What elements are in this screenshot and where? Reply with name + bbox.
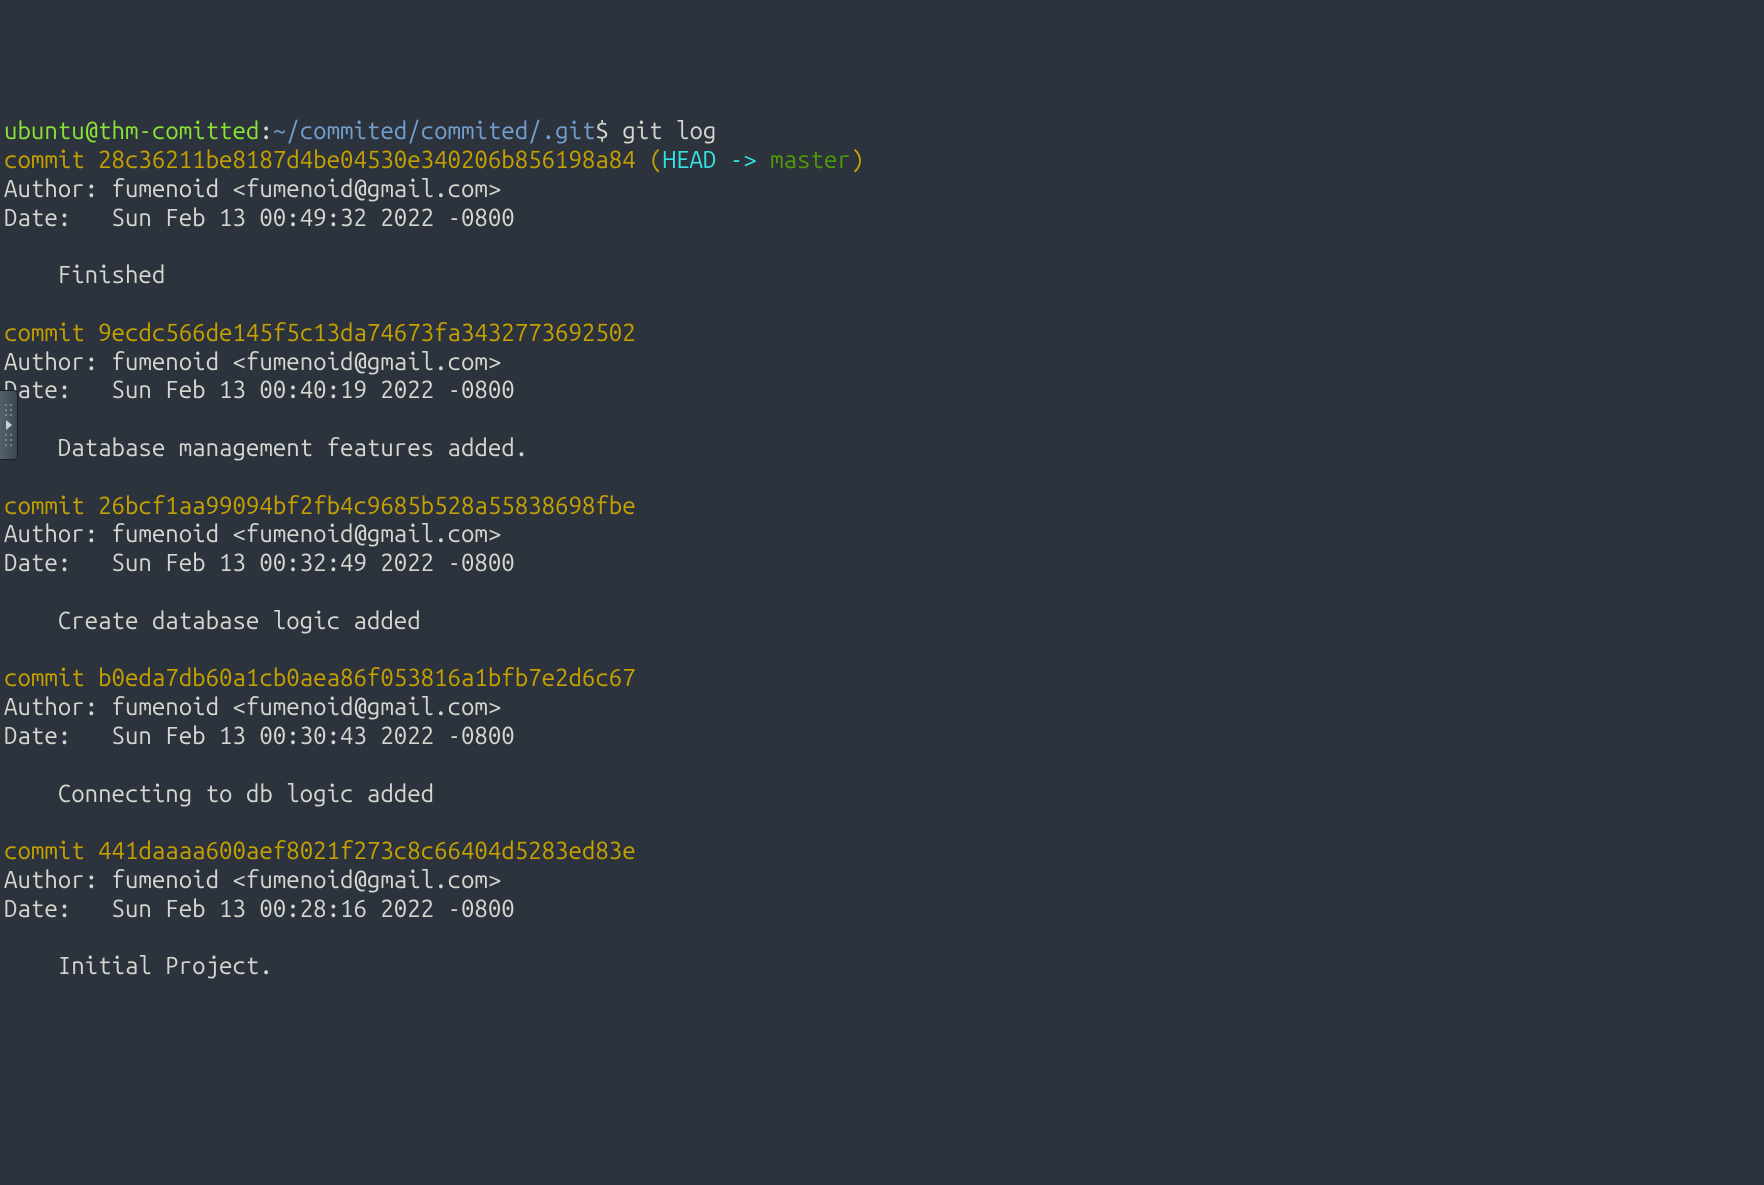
branch-name: master (770, 146, 851, 173)
commit-label: commit (4, 492, 98, 519)
date-label: Date: (4, 549, 112, 576)
commit-message: Connecting to db logic added (58, 780, 434, 807)
date-value: Sun Feb 13 00:30:43 2022 -0800 (112, 722, 515, 749)
chevron-right-icon (6, 420, 12, 430)
date-value: Sun Feb 13 00:40:19 2022 -0800 (112, 376, 515, 403)
date-label: Date: (4, 895, 112, 922)
commit-message: Database management features added. (58, 434, 528, 461)
date-label: Date: (4, 376, 112, 403)
commit-message-indent (4, 952, 58, 979)
grip-dots-icon (5, 434, 12, 446)
commit-label: commit (4, 319, 98, 346)
prompt-path: ~/commited/commited/.git (273, 117, 596, 144)
commit-message: Create database logic added (58, 607, 421, 634)
commit-hash: 28c36211be8187d4be04530e340206b856198a84 (98, 146, 636, 173)
author-value: fumenoid <fumenoid@gmail.com> (112, 520, 502, 547)
commit-hash: 9ecdc566de145f5c13da74673fa3432773692502 (98, 319, 636, 346)
author-value: fumenoid <fumenoid@gmail.com> (112, 175, 502, 202)
commit-hash: 26bcf1aa99094bf2fb4c9685b528a55838698fbe (98, 492, 636, 519)
date-label: Date: (4, 204, 112, 231)
date-value: Sun Feb 13 00:49:32 2022 -0800 (112, 204, 515, 231)
commit-message-indent (4, 261, 58, 288)
commit-message-indent (4, 780, 58, 807)
commit-message-indent (4, 607, 58, 634)
author-label: Author: (4, 175, 112, 202)
prompt-user: ubuntu (4, 117, 85, 144)
prompt-host: thm-comitted (98, 117, 259, 144)
author-value: fumenoid <fumenoid@gmail.com> (112, 348, 502, 375)
commit-hash: 441daaaa600aef8021f273c8c66404d5283ed83e (98, 837, 636, 864)
prompt-dollar: $ (595, 117, 608, 144)
commit-message: Initial Project. (58, 952, 273, 979)
author-value: fumenoid <fumenoid@gmail.com> (112, 866, 502, 893)
commit-label: commit (4, 837, 98, 864)
ref-close-paren: ) (851, 146, 864, 173)
terminal-output[interactable]: ubuntu@thm-comitted:~/commited/commited/… (4, 117, 1760, 981)
prompt-at: @ (85, 117, 98, 144)
author-label: Author: (4, 693, 112, 720)
date-value: Sun Feb 13 00:32:49 2022 -0800 (112, 549, 515, 576)
author-label: Author: (4, 348, 112, 375)
command-text: git log (622, 117, 716, 144)
ref-open-paren: ( (636, 146, 663, 173)
author-value: fumenoid <fumenoid@gmail.com> (112, 693, 502, 720)
commit-hash: b0eda7db60a1cb0aea86f053816a1bfb7e2d6c67 (98, 664, 636, 691)
author-label: Author: (4, 866, 112, 893)
head-ref: HEAD -> (663, 146, 771, 173)
grip-dots-icon (5, 404, 12, 416)
prompt-colon: : (259, 117, 272, 144)
commit-label: commit (4, 146, 98, 173)
date-value: Sun Feb 13 00:28:16 2022 -0800 (112, 895, 515, 922)
panel-expand-handle[interactable] (0, 390, 18, 460)
date-label: Date: (4, 722, 112, 749)
author-label: Author: (4, 520, 112, 547)
commit-label: commit (4, 664, 98, 691)
commit-message: Finished (58, 261, 166, 288)
